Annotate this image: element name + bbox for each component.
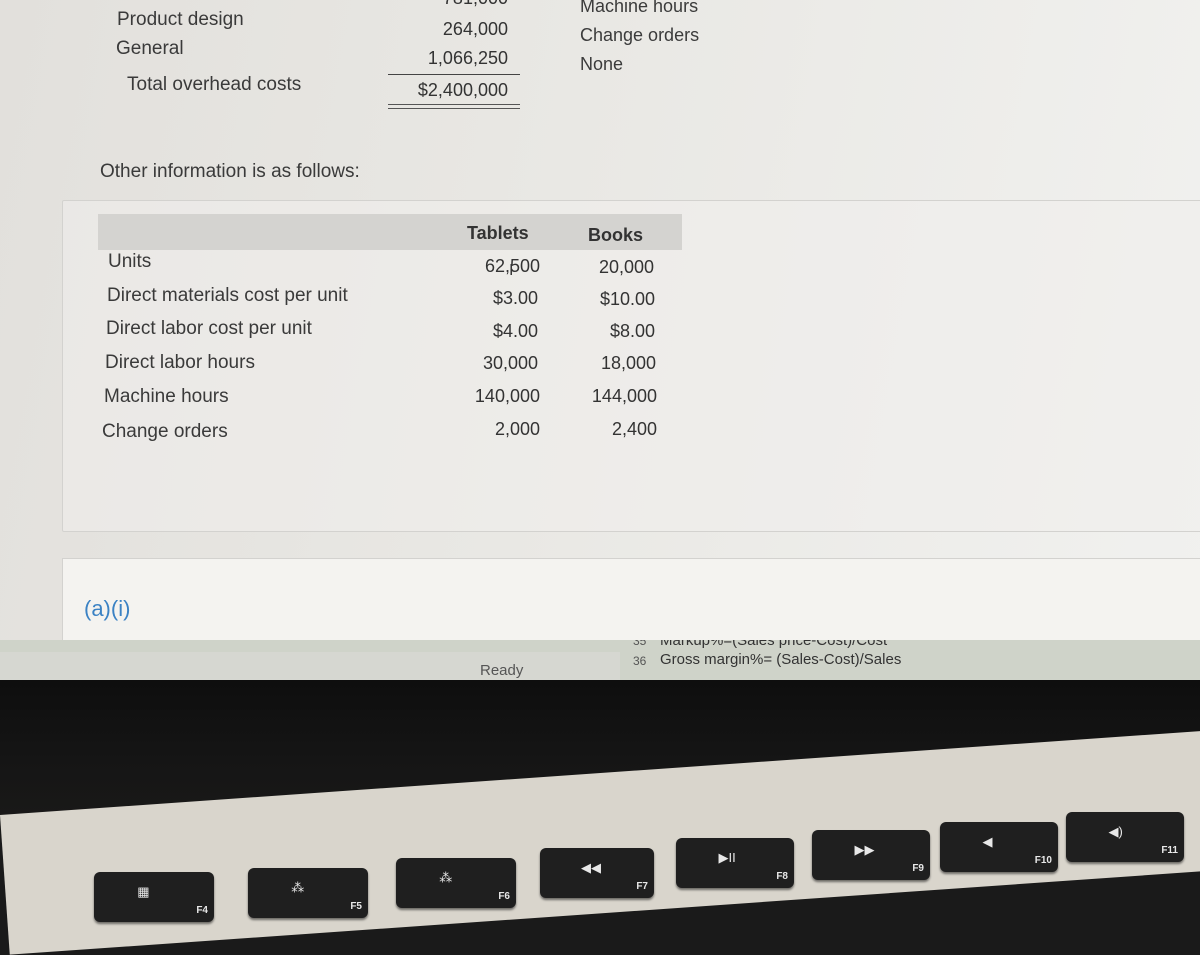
key-f4[interactable]: ▦ F4 <box>94 872 214 922</box>
spreadsheet-status-text: Ready <box>480 662 524 679</box>
total-double-underline <box>388 104 520 109</box>
row-label: Machine hours <box>104 386 229 407</box>
volume-down-icon: ◀) <box>1108 824 1123 839</box>
books-value: 144,000 <box>591 386 657 406</box>
books-value: 20,000 <box>598 257 654 277</box>
keyboard-backlight-up-icon: ⁂ <box>439 870 453 885</box>
clipped-overhead-amount: 781,000 <box>420 0 508 9</box>
key-f11[interactable]: ◀) F11 <box>1066 812 1184 862</box>
spreadsheet-cell[interactable]: Markup%=(Sales price-Cost)/Cost <box>660 640 887 649</box>
overhead-row-amount: 264,000 <box>442 19 508 39</box>
spreadsheet-row-number: 36 <box>633 654 647 668</box>
key-f5[interactable]: ⁂ F5 <box>248 868 368 918</box>
clipped-cost-driver: Machine hours <box>580 0 699 16</box>
other-info-intro: Other information is as follows: <box>100 161 360 182</box>
total-overhead-amount: $2,400,000 <box>417 80 508 100</box>
row-label: Units <box>108 251 152 272</box>
tablets-value: 62,500 <box>484 256 540 276</box>
key-f6[interactable]: ⁂ F6 <box>396 858 516 908</box>
row-label: Change orders <box>102 421 228 442</box>
row-label: Direct labor cost per unit <box>106 318 312 339</box>
fast-forward-icon: ▶▶ <box>854 842 875 857</box>
keyboard-backlight-down-icon: ⁂ <box>291 880 305 895</box>
overhead-row-label: Product design <box>117 9 244 30</box>
key-f9[interactable]: ▶▶ F9 <box>812 830 930 880</box>
tablets-value: 140,000 <box>474 386 540 406</box>
key-f7[interactable]: ◀◀ F7 <box>540 848 654 898</box>
tablets-value: 30,000 <box>482 353 538 373</box>
column-header-tablets: Tablets <box>467 223 529 243</box>
overhead-row-amount: 1,066,250 <box>427 48 508 68</box>
books-value: $8.00 <box>609 321 655 341</box>
total-overhead-label: Total overhead costs <box>127 74 302 95</box>
question-part-label[interactable]: (a)(i) <box>84 596 130 622</box>
books-value: $10.00 <box>599 289 655 309</box>
rewind-icon: ◀◀ <box>581 860 602 875</box>
books-value: 2,400 <box>611 419 657 439</box>
tablets-value: $4.00 <box>492 321 538 341</box>
spreadsheet-cell[interactable]: Gross margin%= (Sales-Cost)/Sales <box>660 651 901 668</box>
text-cursor-icon: I <box>509 262 514 279</box>
column-header-books: Books <box>588 225 644 245</box>
key-f10[interactable]: ◀ F10 <box>940 822 1058 872</box>
subtotal-underline <box>388 74 520 75</box>
tablets-value: $3.00 <box>492 288 538 308</box>
overhead-row-driver: Change orders <box>580 25 700 45</box>
row-label: Direct materials cost per unit <box>107 285 348 306</box>
spreadsheet-row-number: 35 <box>633 640 647 648</box>
mute-icon: ◀ <box>982 834 993 849</box>
key-f8[interactable]: ▶II F8 <box>676 838 794 888</box>
row-label: Direct labor hours <box>105 352 255 373</box>
play-pause-icon: ▶II <box>718 850 736 865</box>
tablets-value: 2,000 <box>494 419 540 439</box>
books-value: 18,000 <box>600 353 656 373</box>
laptop-screen: 781,000 Machine hours Product design 264… <box>0 0 1200 690</box>
overhead-row-label: General <box>116 38 184 59</box>
launchpad-icon: ▦ <box>137 884 150 899</box>
overhead-row-driver: None <box>580 54 624 74</box>
